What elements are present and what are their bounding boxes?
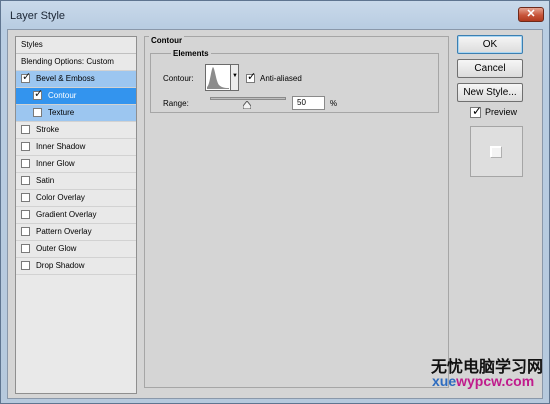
range-slider-track[interactable]: [210, 97, 286, 100]
elements-group-title: Elements: [171, 49, 211, 58]
ok-button[interactable]: OK: [457, 35, 523, 54]
style-item-label: Pattern Overlay: [36, 227, 92, 236]
color-overlay-checkbox[interactable]: [21, 193, 30, 202]
checkmark-icon: ✓: [34, 88, 44, 100]
range-slider-thumb[interactable]: [243, 101, 251, 109]
preview-label: Preview: [485, 107, 518, 117]
bevel-emboss-checkbox[interactable]: ✓: [21, 71, 31, 83]
contour-group: Contour Elements Contour: ▼ ✓ Anti-alias…: [144, 36, 449, 388]
style-item-stroke[interactable]: Stroke: [16, 122, 136, 139]
style-item-label: Inner Shadow: [36, 142, 86, 151]
new-style-button[interactable]: New Style...: [457, 83, 523, 102]
dialog-body: Styles Blending Options: Custom ✓ Bevel …: [7, 29, 543, 399]
styles-list: Styles Blending Options: Custom ✓ Bevel …: [15, 36, 137, 394]
preview-checkbox[interactable]: ✓: [470, 104, 483, 118]
style-item-label: Satin: [36, 176, 55, 185]
style-item-label: Blending Options: Custom: [21, 57, 114, 66]
range-input[interactable]: 50: [292, 96, 325, 110]
title-bar[interactable]: Layer Style ✕: [1, 1, 549, 29]
style-item-texture[interactable]: Texture: [16, 105, 136, 122]
outer-glow-checkbox[interactable]: [21, 244, 30, 253]
style-item-pattern-overlay[interactable]: Pattern Overlay: [16, 224, 136, 241]
style-item-satin[interactable]: Satin: [16, 173, 136, 190]
style-item-gradient-overlay[interactable]: Gradient Overlay: [16, 207, 136, 224]
style-item-label: Gradient Overlay: [36, 210, 97, 219]
preview-thumbnail: [470, 126, 523, 177]
close-button[interactable]: ✕: [518, 7, 544, 22]
checkmark-icon: ✓: [247, 71, 257, 83]
checkmark-icon: ✓: [472, 104, 483, 118]
anti-aliased-label: Anti-aliased: [260, 74, 302, 83]
window-title: Layer Style: [10, 10, 66, 22]
style-item-outer-glow[interactable]: Outer Glow: [16, 241, 136, 258]
preview-swatch: [490, 146, 501, 157]
inner-shadow-checkbox[interactable]: [21, 142, 30, 151]
style-item-label: Texture: [48, 108, 75, 117]
pattern-overlay-checkbox[interactable]: [21, 227, 30, 236]
style-item-drop-shadow[interactable]: Drop Shadow: [16, 258, 136, 275]
cancel-button[interactable]: Cancel: [457, 59, 523, 78]
contour-checkbox[interactable]: ✓: [33, 88, 43, 100]
contour-label: Contour:: [163, 74, 194, 83]
dropdown-arrow-icon: ▼: [232, 73, 238, 79]
contour-group-title: Contour: [149, 36, 185, 45]
satin-checkbox[interactable]: [21, 176, 30, 185]
contour-curve-icon: [207, 67, 229, 89]
range-label: Range:: [163, 99, 189, 108]
texture-checkbox[interactable]: [33, 108, 42, 117]
drop-shadow-checkbox[interactable]: [21, 261, 30, 270]
checkmark-icon: ✓: [22, 71, 32, 83]
inner-glow-checkbox[interactable]: [21, 159, 30, 168]
style-item-contour[interactable]: ✓ Contour: [16, 88, 136, 105]
close-icon: ✕: [526, 8, 536, 20]
layer-style-dialog: Layer Style ✕ Styles Blending Options: C…: [0, 0, 550, 404]
style-item-blending-options[interactable]: Blending Options: Custom: [16, 54, 136, 71]
styles-header[interactable]: Styles: [16, 37, 136, 54]
style-item-label: Bevel & Emboss: [36, 74, 95, 83]
style-item-inner-shadow[interactable]: Inner Shadow: [16, 139, 136, 156]
contour-dropdown-button[interactable]: ▼: [231, 64, 239, 91]
style-item-label: Color Overlay: [36, 193, 85, 202]
style-item-label: Inner Glow: [36, 159, 75, 168]
style-item-bevel-emboss[interactable]: ✓ Bevel & Emboss: [16, 71, 136, 88]
style-item-color-overlay[interactable]: Color Overlay: [16, 190, 136, 207]
style-item-label: Stroke: [36, 125, 60, 134]
style-item-label: Outer Glow: [36, 244, 77, 253]
style-item-label: Drop Shadow: [36, 261, 85, 270]
gradient-overlay-checkbox[interactable]: [21, 210, 30, 219]
range-unit: %: [330, 99, 338, 108]
contour-curve-picker[interactable]: [205, 64, 231, 91]
watermark-url: xuewypcw.com: [432, 373, 535, 389]
anti-aliased-checkbox[interactable]: ✓: [246, 71, 256, 83]
stroke-checkbox[interactable]: [21, 125, 30, 134]
style-item-inner-glow[interactable]: Inner Glow: [16, 156, 136, 173]
style-item-label: Contour: [48, 91, 77, 100]
